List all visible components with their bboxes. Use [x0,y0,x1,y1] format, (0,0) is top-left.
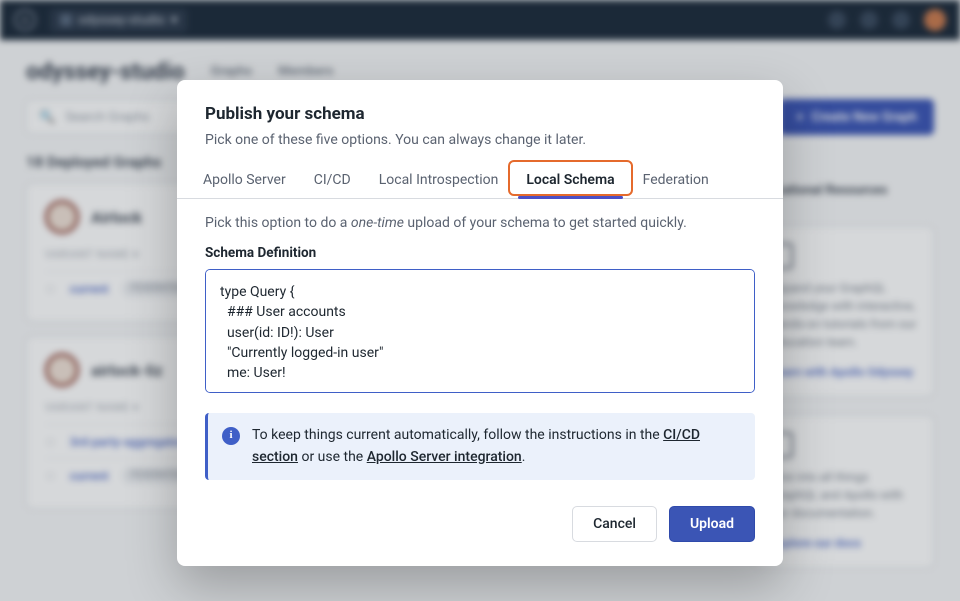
tab-cicd[interactable]: CI/CD [300,162,365,198]
publish-schema-modal: Publish your schema Pick one of these fi… [177,80,783,566]
tab-local-schema[interactable]: Local Schema [512,162,628,198]
schema-label: Schema Definition [205,245,755,261]
modal-overlay[interactable]: Publish your schema Pick one of these fi… [0,0,960,601]
tab-apollo-server[interactable]: Apollo Server [189,162,300,198]
cancel-button[interactable]: Cancel [572,506,657,542]
modal-subtitle: Pick one of these five options. You can … [205,132,755,148]
modal-title: Publish your schema [205,104,755,124]
modal-tabs: Apollo Server CI/CD Local Introspection … [177,162,783,199]
info-icon: i [222,427,240,445]
tab-federation[interactable]: Federation [629,162,723,198]
schema-definition-input[interactable] [205,269,755,393]
tab-underline [518,196,622,199]
tab-local-introspection[interactable]: Local Introspection [365,162,513,198]
info-banner: i To keep things current automatically, … [205,413,755,480]
upload-button[interactable]: Upload [669,506,755,542]
option-description: Pick this option to do a one-time upload… [205,215,755,231]
apollo-server-link[interactable]: Apollo Server integration [367,449,522,465]
